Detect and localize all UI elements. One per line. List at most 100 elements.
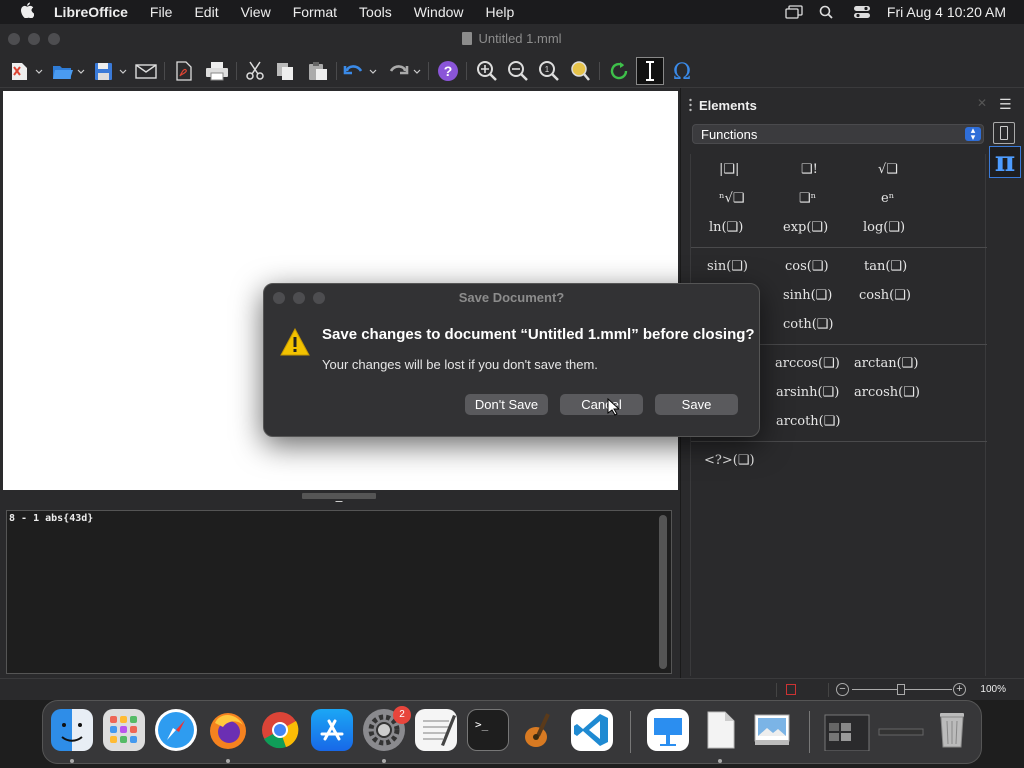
element-arcosh[interactable]: arcosh(❑) <box>854 385 920 400</box>
element-arcoth[interactable]: arcoth(❑) <box>776 414 840 429</box>
element-exp-power[interactable]: eⁿ <box>881 191 894 206</box>
close-icon[interactable]: ✕ <box>977 96 987 110</box>
show-all-zoom-icon[interactable] <box>567 59 593 83</box>
properties-deck-icon[interactable] <box>993 122 1015 144</box>
export-pdf-icon[interactable] <box>172 59 196 83</box>
trash-icon[interactable] <box>931 709 973 751</box>
dialog-message: Your changes will be lost if you don't s… <box>322 357 598 372</box>
symbols-omega-icon[interactable]: Ω <box>668 59 696 83</box>
formula-command-text[interactable]: 8 - 1 abs{43d} <box>9 513 93 524</box>
zoom-out-icon[interactable] <box>505 59 531 83</box>
help-icon[interactable]: ? <box>436 59 460 83</box>
element-cos[interactable]: cos(❑) <box>785 259 829 274</box>
element-ln[interactable]: ln(❑) <box>709 220 743 235</box>
element-coth[interactable]: coth(❑) <box>783 317 834 332</box>
element-exp[interactable]: exp(❑) <box>783 220 828 235</box>
element-sqrt[interactable]: √❑ <box>878 162 898 177</box>
zoom-100-icon[interactable]: 1 <box>536 59 562 83</box>
sidebar-menu-icon[interactable]: ☰ <box>999 96 1012 113</box>
toolbar-separator <box>164 62 165 80</box>
redo-button[interactable] <box>386 59 424 83</box>
keynote-icon[interactable] <box>647 709 689 751</box>
chevron-updown-icon: ▴ ▾ <box>965 126 981 142</box>
minimized-window-icon[interactable] <box>877 709 925 751</box>
save-dialog-button[interactable]: Save <box>655 394 738 415</box>
splitter-handle[interactable] <box>302 493 376 505</box>
menu-file[interactable]: File <box>139 4 184 20</box>
update-refresh-icon[interactable] <box>606 59 632 83</box>
new-document-button[interactable] <box>8 59 44 83</box>
print-icon[interactable] <box>204 59 230 83</box>
element-tan[interactable]: tan(❑) <box>864 259 907 274</box>
running-indicator <box>70 759 74 763</box>
status-divider <box>828 683 829 697</box>
email-document-icon[interactable] <box>134 59 158 83</box>
recent-windows-icon[interactable] <box>823 709 871 752</box>
firefox-icon[interactable] <box>207 709 249 751</box>
screen-mirroring-icon[interactable] <box>785 5 803 19</box>
document-modified-icon[interactable] <box>786 684 796 695</box>
element-sinh[interactable]: sinh(❑) <box>783 288 832 303</box>
svg-text:1: 1 <box>545 65 550 74</box>
apple-icon[interactable] <box>0 2 54 23</box>
launchpad-icon[interactable] <box>103 709 145 751</box>
element-arsinh[interactable]: arsinh(❑) <box>776 385 839 400</box>
control-center-icon[interactable] <box>853 5 871 19</box>
menu-view[interactable]: View <box>230 4 282 20</box>
view-splitter[interactable] <box>0 492 680 505</box>
formula-command-editor[interactable]: 8 - 1 abs{43d} <box>6 510 672 674</box>
element-log[interactable]: log(❑) <box>863 220 905 235</box>
element-power[interactable]: ❑ⁿ <box>799 191 816 206</box>
app-store-icon[interactable] <box>311 709 353 751</box>
element-cosh[interactable]: cosh(❑) <box>859 288 911 303</box>
menubar-clock[interactable]: Fri Aug 4 10:20 AM <box>887 4 1006 20</box>
zoom-slider-thumb[interactable] <box>897 684 905 695</box>
element-nroot[interactable]: ⁿ√❑ <box>719 191 745 206</box>
paste-icon[interactable] <box>306 59 330 83</box>
element-function-placeholder[interactable]: <?>(❑) <box>704 453 755 468</box>
zoom-in-icon[interactable] <box>474 59 500 83</box>
menu-format[interactable]: Format <box>282 4 348 20</box>
zoom-percentage[interactable]: 100% <box>980 684 1006 695</box>
chrome-icon[interactable] <box>259 709 301 751</box>
libreoffice-icon[interactable] <box>699 709 741 751</box>
zoom-out-status-icon[interactable]: − <box>836 683 849 696</box>
elements-category-select[interactable]: Functions ▴ ▾ <box>692 124 984 144</box>
dock-separator <box>630 711 631 753</box>
running-indicator <box>226 759 230 763</box>
element-arctan[interactable]: arctan(❑) <box>854 356 918 371</box>
element-arccos[interactable]: arccos(❑) <box>775 356 840 371</box>
element-factorial[interactable]: ❑! <box>801 162 818 177</box>
save-button[interactable] <box>92 59 128 83</box>
safari-icon[interactable] <box>155 709 197 751</box>
sidebar-grip-icon[interactable] <box>689 98 692 112</box>
menu-app-name[interactable]: LibreOffice <box>54 4 139 20</box>
zoom-in-status-icon[interactable]: + <box>953 683 966 696</box>
menu-help[interactable]: Help <box>475 4 526 20</box>
copy-icon[interactable] <box>274 59 296 83</box>
menu-tools[interactable]: Tools <box>348 4 403 20</box>
macos-dock: 2 >_ <box>42 700 982 764</box>
open-folder-button[interactable] <box>50 59 86 83</box>
running-indicator <box>382 759 386 763</box>
cut-icon[interactable] <box>244 59 266 83</box>
cancel-button[interactable]: Cancel <box>560 394 643 415</box>
spotlight-search-icon[interactable] <box>819 5 837 19</box>
garageband-icon[interactable] <box>519 709 561 751</box>
command-scrollbar[interactable] <box>659 515 667 669</box>
window-title-text: Untitled 1.mml <box>478 31 562 46</box>
elements-deck-tab[interactable]: π <box>989 146 1021 178</box>
terminal-icon[interactable]: >_ <box>467 709 509 751</box>
element-abs[interactable]: |❑| <box>719 162 739 177</box>
toolbar-separator <box>466 62 467 80</box>
preview-icon[interactable] <box>751 709 793 751</box>
vscode-icon[interactable] <box>571 709 613 751</box>
finder-icon[interactable] <box>51 709 93 751</box>
element-sin[interactable]: sin(❑) <box>707 259 748 274</box>
menu-edit[interactable]: Edit <box>183 4 229 20</box>
textedit-icon[interactable] <box>415 709 457 751</box>
dont-save-button[interactable]: Don't Save <box>465 394 548 415</box>
undo-button[interactable] <box>342 59 380 83</box>
formula-cursor-button[interactable] <box>636 57 664 85</box>
menu-window[interactable]: Window <box>403 4 475 20</box>
